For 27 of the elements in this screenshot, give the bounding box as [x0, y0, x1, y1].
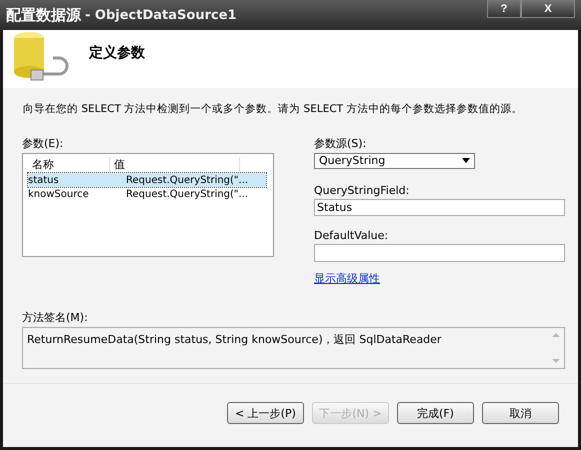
parameter-row[interactable]: status Request.QueryString("...: [28, 173, 266, 187]
parameter-row[interactable]: knowSource Request.QueryString("...: [28, 187, 266, 201]
parameter-value: Request.QueryString("...: [126, 174, 250, 186]
window-subtitle: - ObjectDataSource1: [85, 8, 237, 22]
parameters-label: 参数(E):: [22, 136, 64, 151]
wizard-button[interactable]: 取消: [482, 402, 559, 424]
parameter-name: knowSource: [28, 188, 90, 200]
wizard-button[interactable]: < 上一步(P): [227, 402, 304, 424]
scrollbar-icon: [552, 332, 560, 364]
source-label: 参数源(S):: [314, 136, 368, 151]
signature-label: 方法签名(M):: [22, 310, 89, 325]
signature-box: ReturnResumeData(String status, String knowSource)，返回 SqlDataReader: [22, 327, 565, 369]
parameter-value: Request.QueryString("...: [126, 188, 250, 200]
parameter-name: status: [28, 174, 60, 186]
advanced-properties-link[interactable]: 显示高级属性: [314, 271, 566, 286]
input-field[interactable]: Status: [314, 198, 565, 216]
help-button[interactable]: ?: [487, 0, 521, 18]
wizard-button[interactable]: 完成(F): [397, 402, 474, 424]
close-button[interactable]: X: [521, 0, 575, 18]
window-title: 配置数据源: [6, 6, 81, 24]
field-label: DefaultValue:: [314, 229, 390, 242]
page-heading: 定义参数: [89, 44, 145, 62]
input-field[interactable]: [314, 244, 565, 262]
description-text: 向导在您的 SELECT 方法中检测到一个或多个参数。请为 SELECT 方法中的每个参数选择参数值的源。: [22, 102, 524, 116]
field-label: QueryStringField:: [314, 184, 410, 197]
dropdown-arrow-icon: [462, 158, 470, 164]
source-dropdown[interactable]: QueryString: [314, 153, 475, 169]
